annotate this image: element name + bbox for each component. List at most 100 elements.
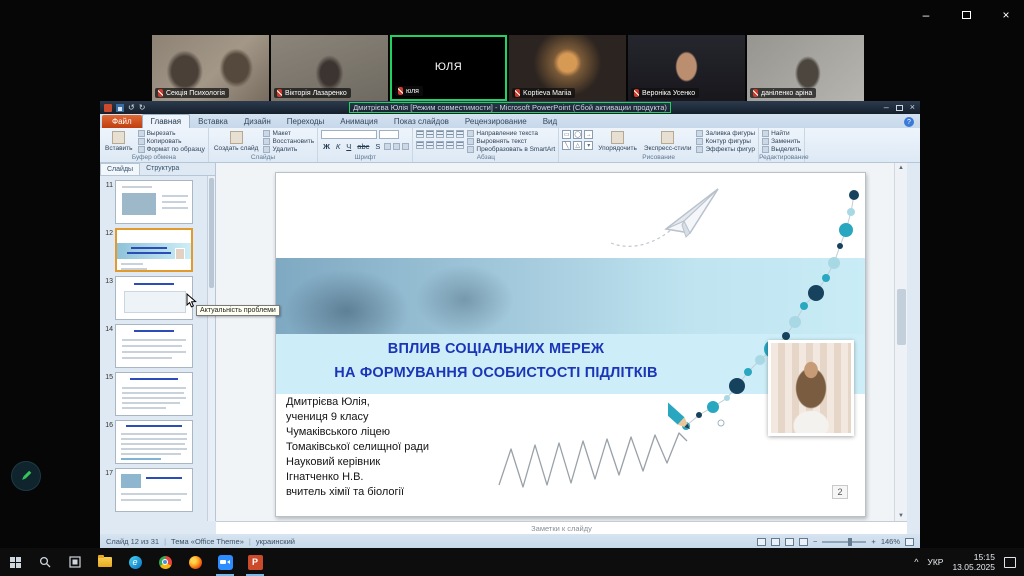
- reading-view-icon[interactable]: [785, 538, 794, 546]
- close-icon[interactable]: ×: [994, 4, 1018, 26]
- quick-styles-button[interactable]: Экспресс-стили: [642, 130, 694, 153]
- tab-insert[interactable]: Вставка: [190, 115, 236, 128]
- slide-photo[interactable]: [768, 340, 854, 436]
- cut-button[interactable]: Вырезать: [138, 130, 205, 137]
- help-icon[interactable]: ?: [904, 117, 914, 127]
- font-name-box[interactable]: [321, 130, 377, 139]
- participant-tile[interactable]: Koptieva Mariia: [509, 35, 626, 101]
- slide-author-block[interactable]: Дмитрієва Юлія, учениця 9 класу Чумаківс…: [286, 395, 429, 500]
- restore-icon[interactable]: [954, 4, 978, 26]
- align-center-icon[interactable]: [426, 141, 434, 149]
- task-view-button[interactable]: [62, 548, 88, 576]
- normal-view-icon[interactable]: [757, 538, 766, 546]
- slide-thumbnail-row[interactable]: 11: [100, 180, 213, 224]
- zoom-in-icon[interactable]: +: [871, 537, 875, 546]
- ppt-minimize-icon[interactable]: –: [884, 103, 889, 112]
- align-right-icon[interactable]: [436, 141, 444, 149]
- bold-button[interactable]: Ж: [321, 142, 332, 151]
- zoom-app-button[interactable]: [212, 548, 238, 576]
- powerpoint-app-button[interactable]: P: [242, 548, 268, 576]
- slide-canvas[interactable]: ВПЛИВ СОЦІАЛЬНИХ МЕРЕЖ НА ФОРМУВАННЯ ОСО…: [275, 172, 866, 517]
- editor-scrollbar[interactable]: ▲ ▼: [894, 163, 907, 521]
- slide-thumbnail-row[interactable]: 15: [100, 372, 213, 416]
- tab-view[interactable]: Вид: [535, 115, 565, 128]
- tab-slideshow[interactable]: Показ слайдов: [386, 115, 457, 128]
- font-color-icon[interactable]: [402, 143, 409, 150]
- zoom-percentage[interactable]: 146%: [881, 537, 900, 546]
- zoom-out-icon[interactable]: −: [813, 537, 817, 546]
- strikethrough-button[interactable]: abc: [355, 142, 371, 151]
- justify-icon[interactable]: [446, 141, 454, 149]
- file-explorer-button[interactable]: [92, 548, 118, 576]
- change-case-icon[interactable]: [393, 143, 400, 150]
- tab-file[interactable]: Файл: [102, 115, 142, 128]
- language-indicator[interactable]: УКР: [927, 557, 943, 567]
- tab-outline[interactable]: Структура: [140, 163, 185, 175]
- slide-sorter-icon[interactable]: [771, 538, 780, 546]
- decrease-indent-icon[interactable]: [436, 130, 444, 138]
- replace-button[interactable]: Заменить: [762, 138, 801, 145]
- slide-thumbnail[interactable]: [115, 180, 193, 224]
- notification-center-icon[interactable]: [1004, 557, 1016, 568]
- shape-triangle-icon[interactable]: △: [573, 141, 582, 150]
- find-button[interactable]: Найти: [762, 130, 801, 137]
- taskbar-clock[interactable]: 15:15 13.05.2025: [952, 552, 995, 572]
- chrome-button[interactable]: [152, 548, 178, 576]
- slide-thumbnail-row[interactable]: 16: [100, 420, 213, 464]
- slide-thumbnail[interactable]: [115, 372, 193, 416]
- participant-tile-active-speaker[interactable]: ЮЛЯ юля: [390, 35, 507, 101]
- character-spacing-icon[interactable]: [384, 143, 391, 150]
- slide-thumbnail[interactable]: [115, 228, 193, 272]
- convert-smartart-button[interactable]: Преобразовать в SmartArt: [467, 146, 555, 153]
- redo-icon[interactable]: ↻: [139, 103, 146, 113]
- slide-thumbnail-row[interactable]: 17: [100, 468, 213, 512]
- increase-indent-icon[interactable]: [446, 130, 454, 138]
- scroll-down-icon[interactable]: ▼: [898, 513, 904, 519]
- ppt-restore-icon[interactable]: [896, 105, 903, 111]
- bullets-icon[interactable]: [416, 130, 424, 138]
- slide-thumbnail[interactable]: [115, 420, 193, 464]
- tab-animations[interactable]: Анимация: [332, 115, 386, 128]
- new-slide-button[interactable]: Создать слайд: [212, 130, 261, 153]
- arrange-button[interactable]: Упорядочить: [596, 130, 639, 153]
- fit-to-window-icon[interactable]: [905, 538, 914, 546]
- delete-button[interactable]: Удалить: [263, 146, 314, 153]
- participant-tile[interactable]: даніленко аріна: [747, 35, 864, 101]
- slide-thumbnail-row-selected[interactable]: 12: [100, 228, 213, 272]
- tab-transitions[interactable]: Переходы: [279, 115, 333, 128]
- zoom-slider[interactable]: [822, 541, 866, 543]
- slide-title[interactable]: ВПЛИВ СОЦІАЛЬНИХ МЕРЕЖ НА ФОРМУВАННЯ ОСО…: [276, 337, 716, 385]
- shape-outline-button[interactable]: Контур фигуры: [696, 138, 755, 145]
- text-shadow-button[interactable]: S: [373, 142, 382, 151]
- zoom-slider-thumb[interactable]: [848, 538, 852, 546]
- participant-tile[interactable]: Вероніка Усенко: [628, 35, 745, 101]
- select-button[interactable]: Выделить: [762, 146, 801, 153]
- tab-home[interactable]: Главная: [142, 114, 190, 128]
- scroll-up-icon[interactable]: ▲: [898, 165, 904, 171]
- slide-thumbnail[interactable]: [115, 276, 193, 320]
- shape-circle-icon[interactable]: ◯: [573, 130, 582, 139]
- italic-button[interactable]: К: [334, 142, 342, 151]
- save-icon[interactable]: [116, 104, 124, 112]
- shape-fill-button[interactable]: Заливка фигуры: [696, 130, 755, 137]
- underline-button[interactable]: Ч: [344, 142, 353, 151]
- slide-thumbnail-row[interactable]: 14: [100, 324, 213, 368]
- reset-button[interactable]: Восстановить: [263, 138, 314, 145]
- annotation-pencil-button[interactable]: [12, 462, 40, 490]
- numbering-icon[interactable]: [426, 130, 434, 138]
- firefox-button[interactable]: [182, 548, 208, 576]
- format-painter-button[interactable]: Формат по образцу: [138, 146, 205, 153]
- slide-thumbnail[interactable]: [115, 324, 193, 368]
- columns-icon[interactable]: [456, 141, 464, 149]
- participant-tile[interactable]: Секція Психологія: [152, 35, 269, 101]
- line-spacing-icon[interactable]: [456, 130, 464, 138]
- proofing-language[interactable]: украинский: [256, 537, 295, 546]
- text-direction-button[interactable]: Направление текста: [467, 130, 555, 137]
- slide-thumbnail[interactable]: [115, 468, 193, 512]
- shape-arrow-icon[interactable]: →: [584, 130, 593, 139]
- panel-scrollbar[interactable]: [207, 176, 215, 521]
- minimize-icon[interactable]: –: [914, 4, 938, 26]
- edge-button[interactable]: e: [122, 548, 148, 576]
- align-left-icon[interactable]: [416, 141, 424, 149]
- undo-icon[interactable]: ↺: [128, 103, 135, 113]
